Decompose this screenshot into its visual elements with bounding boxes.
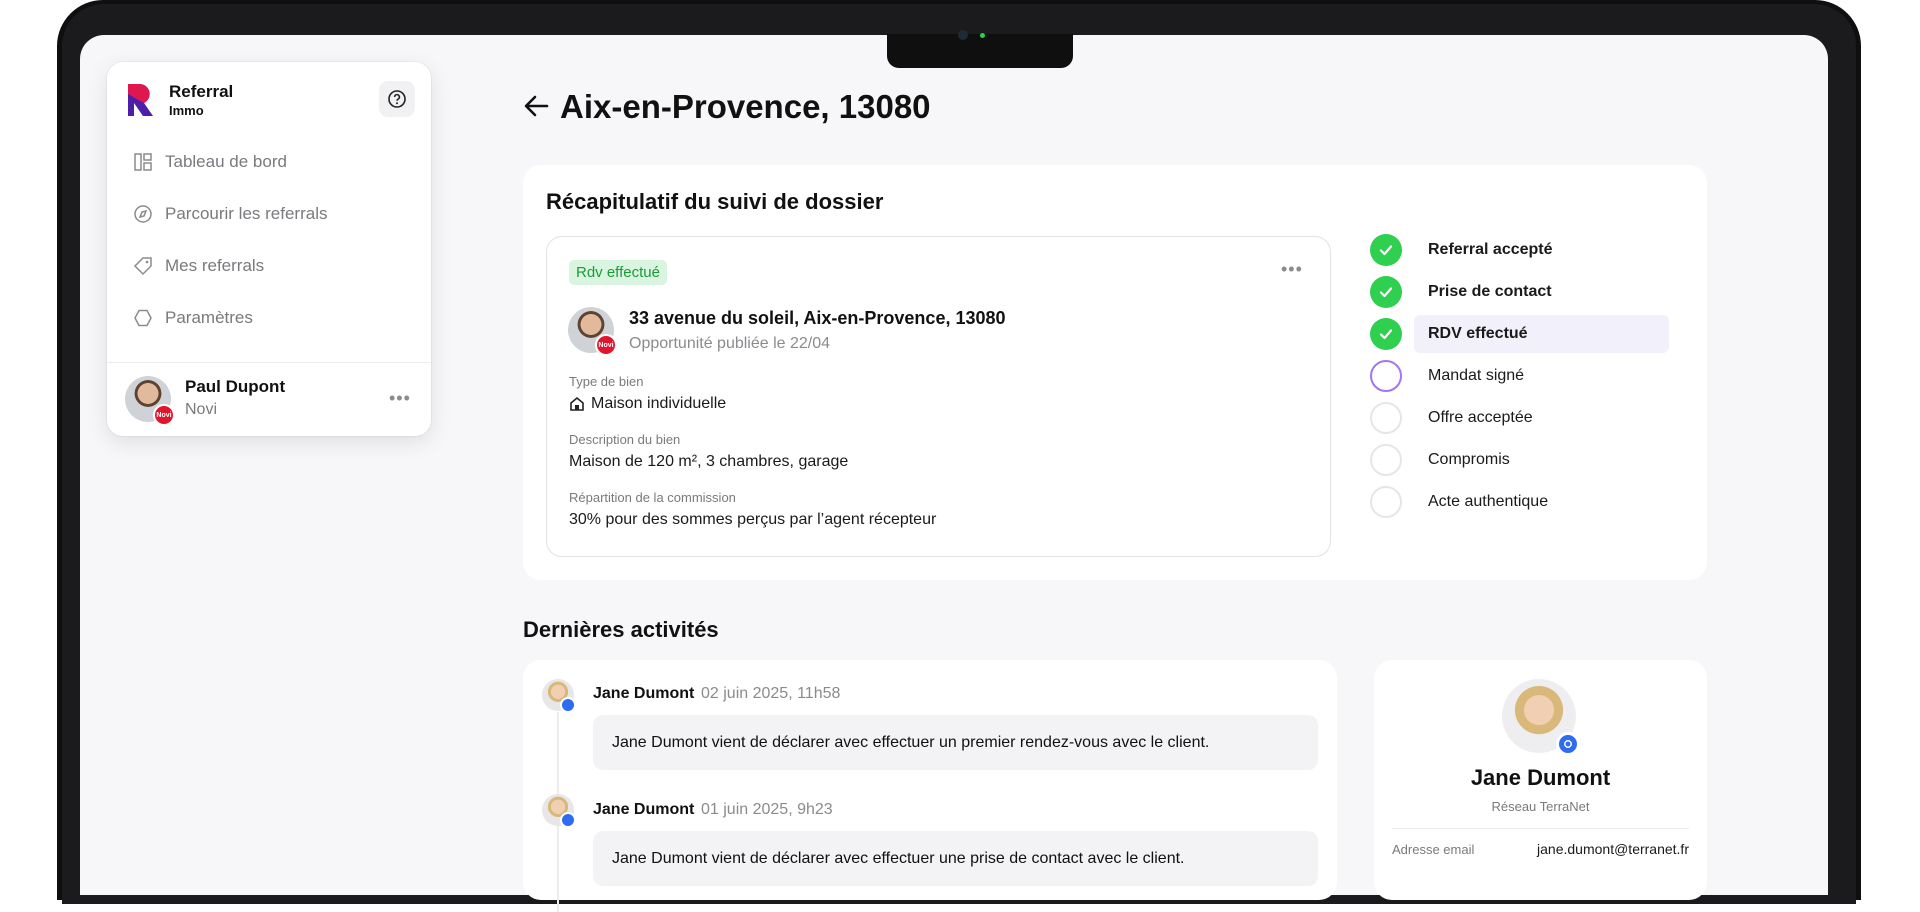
step-prise-de-contact: Prise de contact	[1370, 273, 1680, 311]
activity-message: Jane Dumont vient de déclarer avec effec…	[593, 831, 1318, 886]
network-badge	[560, 697, 576, 713]
step-label: Referral accepté	[1428, 241, 1553, 258]
pending-step-icon	[1370, 444, 1402, 476]
nav-item-parcourir[interactable]: Parcourir les referrals	[133, 204, 328, 224]
contact-network: Réseau TerraNet	[1491, 799, 1590, 814]
pending-step-icon	[1370, 486, 1402, 518]
field-value-description: Maison de 120 m², 3 chambres, garage	[569, 453, 849, 470]
logo-icon	[128, 84, 153, 116]
check-icon	[1370, 276, 1402, 308]
user-org: Novi	[185, 401, 218, 418]
help-icon	[388, 90, 406, 108]
activity-date: 02 juin 2025, 11h58	[701, 685, 841, 702]
tag-icon	[133, 257, 152, 276]
step-label: Prise de contact	[1428, 283, 1552, 300]
field-label: Type de bien	[569, 374, 644, 389]
step-referral-accepte: Referral accepté	[1370, 231, 1680, 269]
step-mandat-signe: Mandat signé	[1370, 357, 1680, 395]
network-badge	[1556, 732, 1580, 756]
step-label: Compromis	[1428, 451, 1510, 468]
nav-item-parametres[interactable]: Paramètres	[133, 308, 253, 328]
published-date: Opportunité publiée le 22/04	[629, 335, 831, 352]
field-label: Répartition de la commission	[569, 490, 736, 505]
current-step-icon	[1370, 360, 1402, 392]
field-value-text: Maison individuelle	[591, 395, 727, 412]
step-rdv-effectue: RDV effectué	[1370, 315, 1680, 353]
contact-name: Jane Dumont	[1470, 765, 1611, 790]
field-value-commission: 30% pour des sommes perçus par l’agent r…	[569, 511, 937, 528]
sidebar: Referral Immo Tableau de bord Parcourir …	[107, 62, 431, 436]
help-button[interactable]	[379, 81, 415, 117]
activity-date: 01 juin 2025, 9h23	[701, 801, 833, 818]
activity-feed: Jane Dumont 02 juin 2025, 11h58 Jane Dum…	[523, 660, 1337, 912]
check-icon	[1370, 318, 1402, 350]
nav-item-tableau-de-bord[interactable]: Tableau de bord	[133, 152, 287, 172]
user-menu-button[interactable]: •••	[389, 388, 411, 409]
step-offre-acceptee: Offre acceptée	[1370, 399, 1680, 437]
camera-notch	[887, 34, 1073, 68]
org-badge: Novi	[595, 334, 617, 356]
email-label: Adresse email	[1392, 842, 1475, 857]
step-compromis: Compromis	[1370, 441, 1680, 479]
compass-icon	[134, 205, 152, 223]
page-title: Aix-en-Provence, 13080	[560, 88, 931, 125]
referral-detail-card: Rdv effectué ••• Novi 33 avenue du solei…	[546, 236, 1331, 557]
email-link[interactable]: jane.dumont@terranet.fr	[1537, 841, 1689, 857]
nav-label: Parcourir les referrals	[165, 204, 328, 223]
dashboard-icon	[134, 153, 152, 171]
camera-led	[980, 33, 985, 38]
contact-card: Jane Dumont Réseau TerraNet Adresse emai…	[1374, 660, 1707, 900]
status-badge: Rdv effectué	[569, 260, 667, 285]
house-icon	[570, 396, 584, 411]
activity-author: Jane Dumont	[593, 801, 695, 818]
step-label: Acte authentique	[1428, 493, 1549, 510]
nav-label: Paramètres	[165, 308, 253, 327]
step-acte-authentique: Acte authentique	[1370, 483, 1680, 521]
step-label: Mandat signé	[1428, 367, 1525, 384]
nav-label: Mes referrals	[165, 256, 265, 275]
hexagon-icon	[134, 309, 152, 327]
property-address: 33 avenue du soleil, Aix-en-Provence, 13…	[629, 308, 1006, 328]
detail-menu-button[interactable]: •••	[1281, 259, 1303, 280]
pending-step-icon	[1370, 402, 1402, 434]
brand-subtitle: Immo	[169, 103, 204, 118]
section-title: Récapitulatif du suivi de dossier	[546, 189, 884, 214]
camera-icon	[958, 30, 968, 40]
org-badge: Novi	[153, 404, 175, 426]
activity-author: Jane Dumont	[593, 685, 695, 702]
network-badge	[560, 812, 576, 828]
back-arrow-icon[interactable]	[523, 92, 549, 120]
step-label: Offre acceptée	[1428, 409, 1533, 426]
nav-item-mes-referrals[interactable]: Mes referrals	[133, 256, 264, 276]
divider	[1392, 828, 1689, 829]
recap-card: Récapitulatif du suivi de dossier Rdv ef…	[523, 165, 1707, 580]
section-title: Dernières activités	[523, 617, 719, 642]
check-icon	[1370, 234, 1402, 266]
ring-icon	[1564, 740, 1572, 748]
nav-label: Tableau de bord	[165, 152, 287, 171]
user-name: Paul Dupont	[185, 377, 286, 396]
brand-name: Referral	[169, 82, 234, 101]
divider	[107, 362, 431, 363]
field-label: Description du bien	[569, 432, 681, 447]
activity-message: Jane Dumont vient de déclarer avec effec…	[593, 715, 1318, 770]
field-value-type: Maison individuelle	[569, 395, 726, 413]
step-label: RDV effectué	[1428, 325, 1528, 342]
